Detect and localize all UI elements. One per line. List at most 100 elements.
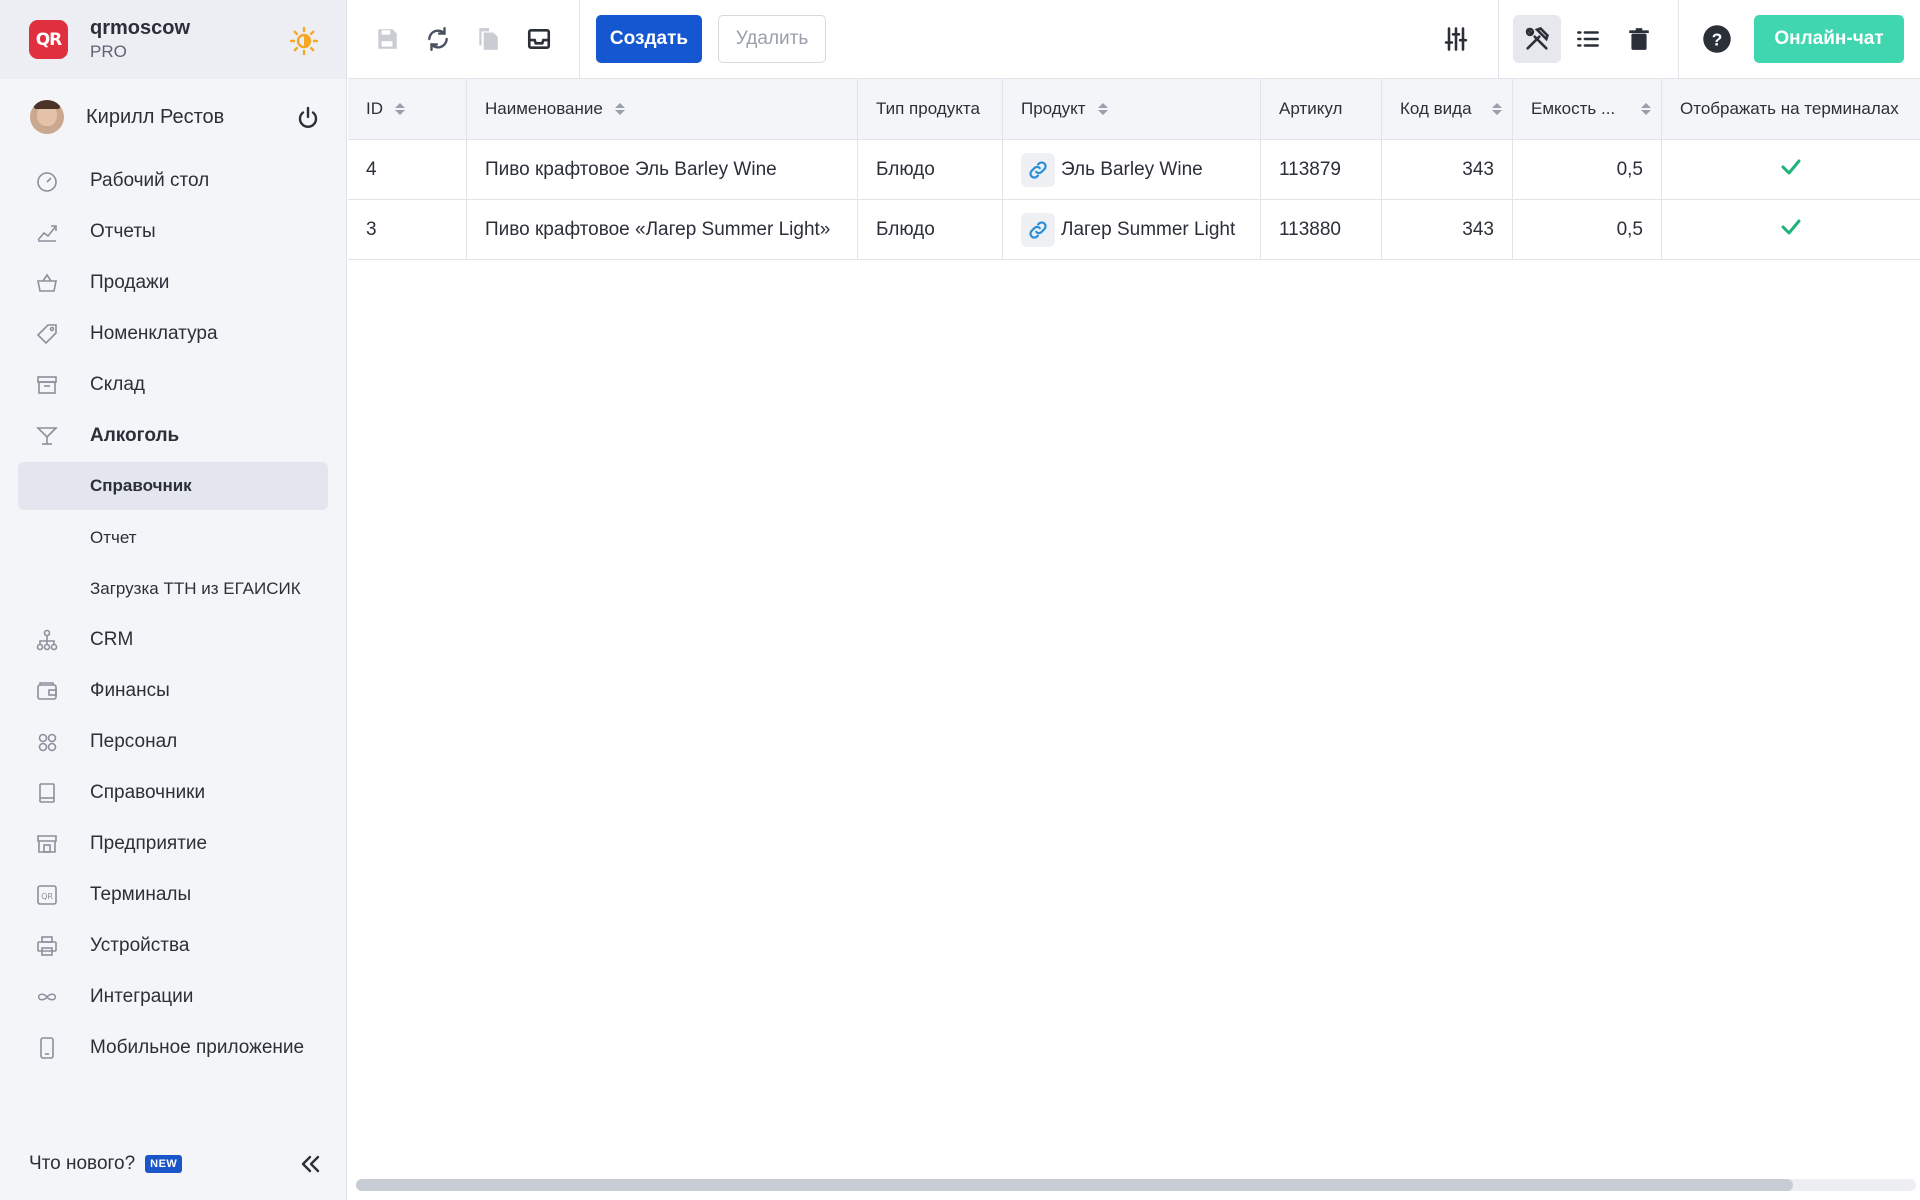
- sidebar-item-finance[interactable]: Финансы: [0, 665, 346, 716]
- sidebar-item-enterprise[interactable]: Предприятие: [0, 818, 346, 869]
- cell-capacity: 0,5: [1513, 140, 1662, 199]
- sidebar-item-devices[interactable]: Устройства: [0, 920, 346, 971]
- save-icon[interactable]: [368, 20, 406, 58]
- sidebar-item-reports[interactable]: Отчеты: [0, 206, 346, 257]
- infinity-icon: [35, 985, 59, 1009]
- app-logo: QR: [29, 20, 68, 59]
- filter-sliders-icon[interactable]: [1437, 20, 1475, 58]
- copy-icon[interactable]: [469, 20, 507, 58]
- sidebar-item-warehouse[interactable]: Склад: [0, 359, 346, 410]
- horizontal-scrollbar[interactable]: [356, 1179, 1916, 1191]
- column-header-article[interactable]: Артикул: [1261, 79, 1382, 139]
- toolbar-divider: [1498, 0, 1499, 79]
- book-icon: [35, 781, 59, 805]
- table-row[interactable]: 3 Пиво крафтовое «Лагер Summer Light» Бл…: [348, 200, 1920, 260]
- cell-product-type: Блюдо: [858, 140, 1003, 199]
- sidebar-item-label: Предприятие: [90, 832, 208, 854]
- sidebar-item-label: Интеграции: [90, 985, 194, 1007]
- basket-icon: [35, 271, 59, 295]
- column-header-product-type[interactable]: Тип продукта: [858, 79, 1003, 139]
- scrollbar-thumb[interactable]: [356, 1179, 1793, 1191]
- printer-icon: [35, 934, 59, 958]
- sidebar-item-alcohol[interactable]: Алкоголь: [0, 410, 346, 461]
- sidebar-item-label: Отчеты: [90, 220, 156, 242]
- sort-icon: [614, 103, 625, 115]
- sidebar-item-label: Финансы: [90, 679, 170, 701]
- cell-article: 113879: [1261, 140, 1382, 199]
- checkmark-icon: [1779, 215, 1803, 245]
- help-question-icon[interactable]: ?: [1698, 20, 1736, 58]
- sidebar-item-label: Мобильное приложение: [90, 1036, 305, 1058]
- phone-icon: [35, 1036, 59, 1060]
- cell-capacity: 0,5: [1513, 200, 1662, 259]
- tools-hammer-wrench-icon[interactable]: [1513, 15, 1561, 63]
- cell-show-on-terminals: [1662, 200, 1920, 259]
- crm-icon: [35, 628, 59, 652]
- collapse-sidebar-chevrons-icon[interactable]: [298, 1152, 322, 1176]
- inbox-icon[interactable]: [520, 20, 558, 58]
- cell-code: 343: [1382, 200, 1513, 259]
- sidebar-subitem-label: Загрузка ТТН из ЕГАИСИК: [90, 578, 301, 598]
- sidebar-item-crm[interactable]: CRM: [0, 614, 346, 665]
- online-chat-button[interactable]: Онлайн-чат: [1754, 15, 1904, 63]
- dashboard-icon: [35, 169, 59, 193]
- refresh-icon[interactable]: [419, 20, 457, 58]
- link-icon[interactable]: [1021, 152, 1055, 187]
- cell-product-type: Блюдо: [858, 200, 1003, 259]
- link-icon[interactable]: [1021, 212, 1055, 247]
- product-link-text[interactable]: Эль Barley Wine: [1061, 159, 1203, 181]
- sidebar-item-mobile-app[interactable]: Мобильное приложение: [0, 1022, 346, 1073]
- table-row[interactable]: 4 Пиво крафтовое Эль Barley Wine Блюдо Э…: [348, 140, 1920, 200]
- create-button[interactable]: Создать: [596, 15, 702, 63]
- list-view-icon[interactable]: [1569, 20, 1607, 58]
- sidebar-item-staff[interactable]: Персонал: [0, 716, 346, 767]
- sidebar-item-integrations[interactable]: Интеграции: [0, 971, 346, 1022]
- column-header-product[interactable]: Продукт: [1003, 79, 1261, 139]
- new-badge: NEW: [145, 1155, 183, 1173]
- sidebar-item-label: Рабочий стол: [90, 169, 210, 191]
- column-header-show-on-terminals[interactable]: Отображать на терминалах: [1662, 79, 1920, 139]
- toolbar-divider: [1678, 0, 1679, 79]
- account-plan: PRO: [90, 42, 127, 61]
- user-profile[interactable]: Кирилл Рестов: [0, 79, 346, 155]
- reports-icon: [35, 220, 59, 244]
- product-link-text[interactable]: Лагер Summer Light: [1061, 219, 1235, 241]
- sidebar-item-directories[interactable]: Справочники: [0, 767, 346, 818]
- cell-article: 113880: [1261, 200, 1382, 259]
- table-header-row: ID Наименование Тип продукта Продукт Арт…: [348, 79, 1920, 140]
- sidebar-subitem-report[interactable]: Отчет: [0, 512, 346, 563]
- sidebar-subitem-label: Отчет: [90, 527, 137, 547]
- sidebar-item-nomenclature[interactable]: Номенклатура: [0, 308, 346, 359]
- sidebar-subitem-label: Справочник: [90, 476, 192, 495]
- svg-text:?: ?: [1712, 29, 1723, 49]
- column-header-label: Наименование: [485, 99, 603, 118]
- cell-product: Лагер Summer Light: [1003, 200, 1261, 259]
- logout-power-icon[interactable]: [295, 105, 321, 131]
- tag-icon: [35, 322, 59, 346]
- sidebar-item-dashboard[interactable]: Рабочий стол: [0, 155, 346, 206]
- column-header-name[interactable]: Наименование: [467, 79, 858, 139]
- cell-name: Пиво крафтовое «Лагер Summer Light»: [467, 200, 858, 259]
- sidebar-item-sales[interactable]: Продажи: [0, 257, 346, 308]
- theme-toggle-sun-icon[interactable]: [289, 26, 319, 56]
- whats-new-link[interactable]: Что нового?: [29, 1153, 135, 1175]
- sort-icon: [395, 103, 405, 115]
- column-header-code[interactable]: Код вида: [1382, 79, 1513, 139]
- sidebar-item-label: Персонал: [90, 730, 178, 752]
- column-header-id[interactable]: ID: [348, 79, 467, 139]
- delete-button[interactable]: Удалить: [718, 15, 826, 63]
- cocktail-icon: [35, 424, 59, 448]
- column-header-capacity[interactable]: Емкость ...: [1513, 79, 1662, 139]
- column-header-label: Артикул: [1279, 99, 1343, 118]
- sidebar-item-label: Терминалы: [90, 883, 192, 905]
- sort-icon: [1641, 103, 1651, 115]
- sidebar-subitem-directory[interactable]: Справочник: [18, 462, 328, 510]
- cell-id: 4: [348, 140, 467, 199]
- cell-id: 3: [348, 200, 467, 259]
- sidebar-subitem-ttn-upload[interactable]: Загрузка ТТН из ЕГАИСИК: [0, 563, 346, 614]
- cell-product: Эль Barley Wine: [1003, 140, 1261, 199]
- wallet-icon: [35, 679, 59, 703]
- sidebar: QR qrmoscow PRO Кирилл Рестов Рабочий ст…: [0, 0, 347, 1200]
- trash-icon[interactable]: [1620, 20, 1658, 58]
- sidebar-item-terminals[interactable]: QR Терминалы: [0, 869, 346, 920]
